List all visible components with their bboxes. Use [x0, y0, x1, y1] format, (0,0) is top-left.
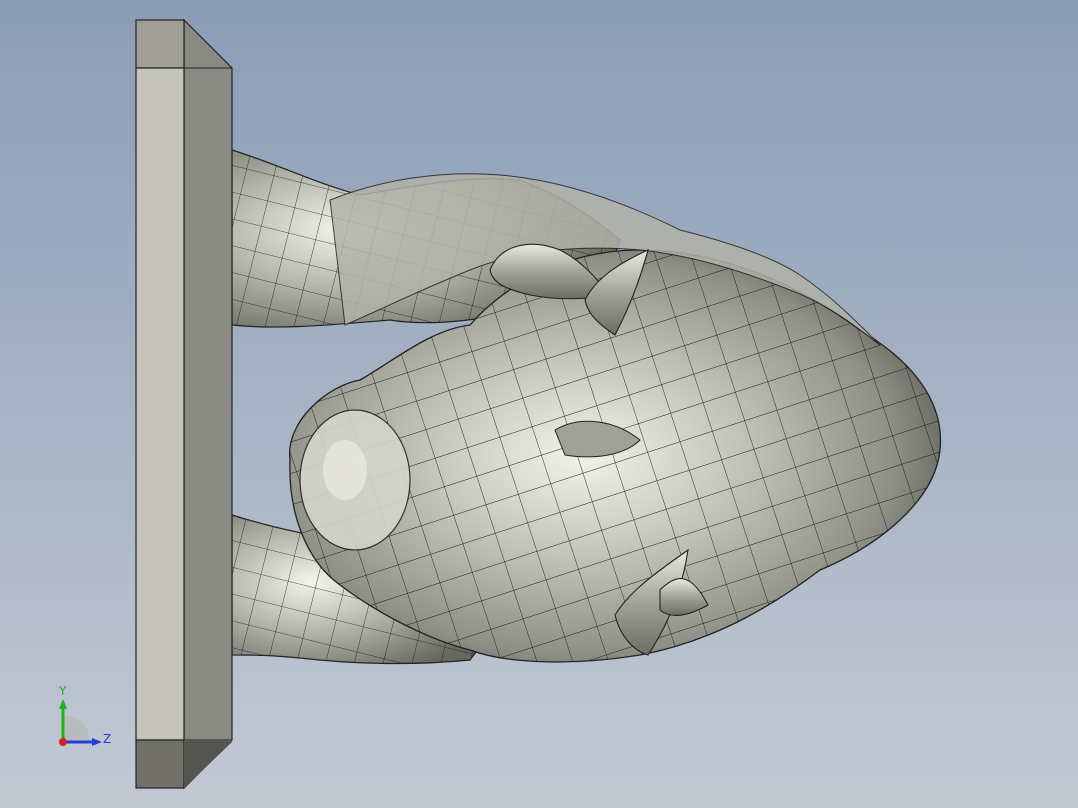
y-axis-label: Y	[59, 684, 67, 698]
bull-head-mesh-icon[interactable]	[280, 173, 950, 670]
graphics-viewport[interactable]: Y Z	[0, 0, 1078, 808]
model-scene[interactable]	[0, 0, 1078, 808]
z-axis-label: Z	[103, 732, 112, 746]
mounting-plate-icon[interactable]	[135, 18, 233, 790]
axis-triad: Y Z	[50, 684, 120, 755]
